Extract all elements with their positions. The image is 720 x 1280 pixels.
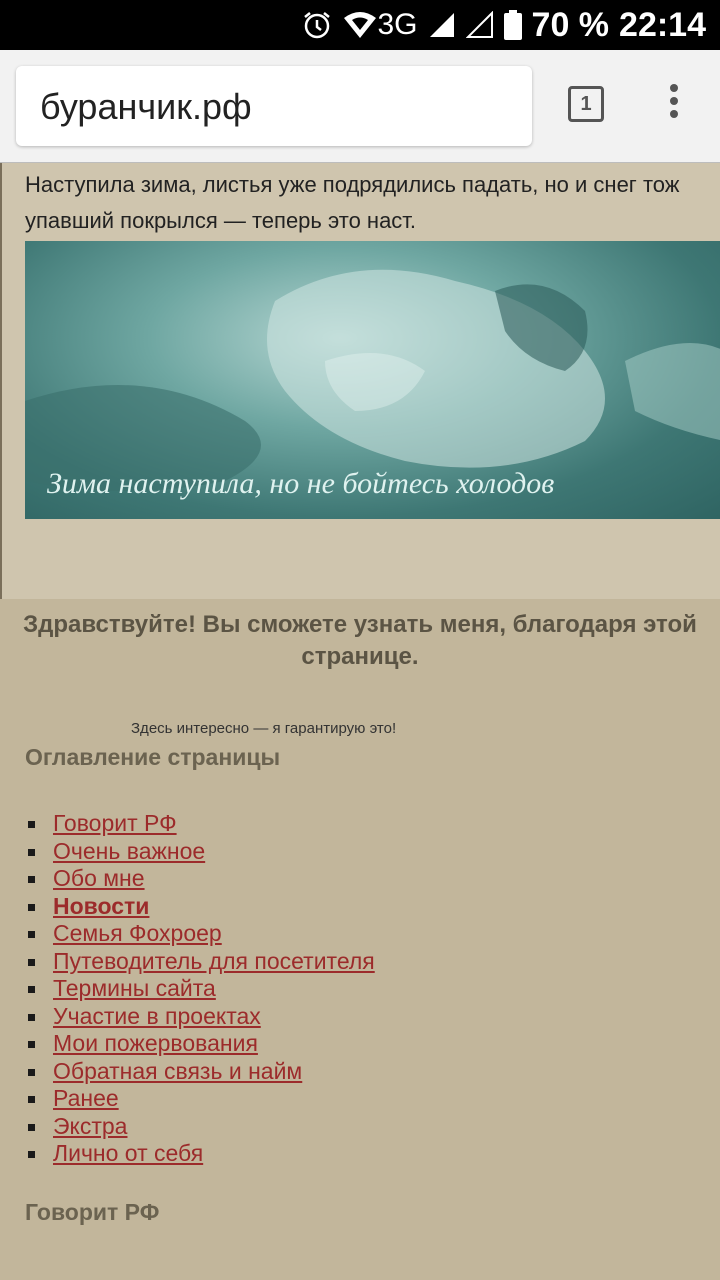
signal-empty-icon <box>465 11 493 38</box>
bullet-icon <box>28 1151 35 1159</box>
cut-off-text <box>25 1266 720 1280</box>
clock: 22:14 <box>619 5 706 44</box>
toc-item: Лично от себя <box>28 1140 375 1168</box>
bullet-icon <box>28 1041 35 1049</box>
banner-caption: Зима наступила, но не бойтесь холодов <box>47 467 555 500</box>
toc-item: Новости <box>28 893 375 921</box>
battery-percent: 70 % <box>531 5 610 44</box>
bullet-icon <box>28 958 35 966</box>
bullet-icon <box>28 931 35 939</box>
toc-item: Обратная связь и найм <box>28 1058 375 1086</box>
wifi-icon <box>343 12 376 38</box>
toc-title: Оглавление страницы <box>25 744 281 770</box>
toc-link[interactable]: Семья Фохроер <box>53 920 222 946</box>
winter-banner-image: Зима наступила, но не бойтесь холодов <box>25 241 720 519</box>
main-section: Здравствуйте! Вы сможете узнать меня, бл… <box>0 599 720 1280</box>
toc-link[interactable]: Термины сайта <box>53 975 216 1001</box>
toc-item: Участие в проектах <box>28 1003 375 1031</box>
address-bar[interactable]: буранчик.рф <box>16 66 532 146</box>
url-text[interactable]: буранчик.рф <box>40 86 252 128</box>
alarm-icon <box>303 12 330 39</box>
toc-item: Экстра <box>28 1113 375 1141</box>
bullet-icon <box>28 986 35 994</box>
header-section: Наступила зима, листья уже подрядились п… <box>0 163 720 599</box>
intro-text: Наступила зима, листья уже подрядились п… <box>25 167 720 239</box>
browser-toolbar: буранчик.рф 1 <box>0 50 720 163</box>
toc-item: Ранее <box>28 1085 375 1113</box>
toc-link[interactable]: Новости <box>53 893 149 919</box>
toc-link[interactable]: Очень важное <box>53 838 205 864</box>
bullet-icon <box>28 876 35 884</box>
toc-link[interactable]: Ранее <box>53 1085 119 1111</box>
toc-link[interactable]: Обратная связь и найм <box>53 1058 302 1084</box>
intro-line-1: Наступила зима, листья уже подрядились п… <box>25 172 680 197</box>
toc-item: Путеводитель для посетителя <box>28 948 375 976</box>
bullet-icon <box>28 903 35 911</box>
bullet-icon <box>28 821 35 829</box>
bullet-icon <box>28 1013 35 1021</box>
toc-item: Очень важное <box>28 838 375 866</box>
divider <box>0 163 2 599</box>
table-of-contents: Говорит РФ Очень важное Обо мне Новости Семь… <box>28 810 375 1168</box>
section-heading: Говорит РФ <box>25 1199 160 1225</box>
toc-link[interactable]: Лично от себя <box>53 1140 203 1166</box>
battery-icon <box>503 10 522 40</box>
bullet-icon <box>28 1068 35 1076</box>
toc-link[interactable]: Путеводитель для посетителя <box>53 948 375 974</box>
bullet-icon <box>28 1096 35 1104</box>
signal-icon <box>429 13 454 37</box>
toc-link[interactable]: Мои пожервования <box>53 1030 258 1056</box>
toc-link[interactable]: Участие в проектах <box>53 1003 261 1029</box>
toc-link[interactable]: Говорит РФ <box>53 810 177 836</box>
greeting-heading: Здравствуйте! Вы сможете узнать меня, бл… <box>23 611 697 670</box>
network-type: 3G <box>377 8 418 41</box>
tagline: Здесь интересно — я гарантирую это! <box>131 720 397 737</box>
toc-item: Семья Фохроер <box>28 920 375 948</box>
toc-item: Мои пожервования <box>28 1030 375 1058</box>
intro-line-2: упавший покрылся — теперь это наст. <box>25 208 417 233</box>
tab-switcher-button[interactable]: 1 <box>568 86 604 122</box>
toc-link[interactable]: Обо мне <box>53 865 145 891</box>
toc-link[interactable]: Экстра <box>53 1113 127 1139</box>
toc-item: Термины сайта <box>28 975 375 1003</box>
page-content: Наступила зима, листья уже подрядились п… <box>0 163 720 1280</box>
toc-item: Говорит РФ <box>28 810 375 838</box>
status-bar: 3G 70 % 22:14 <box>0 0 720 50</box>
toc-item: Обо мне <box>28 865 375 893</box>
bullet-icon <box>28 848 35 856</box>
more-vert-icon[interactable] <box>662 84 686 126</box>
bullet-icon <box>28 1123 35 1131</box>
